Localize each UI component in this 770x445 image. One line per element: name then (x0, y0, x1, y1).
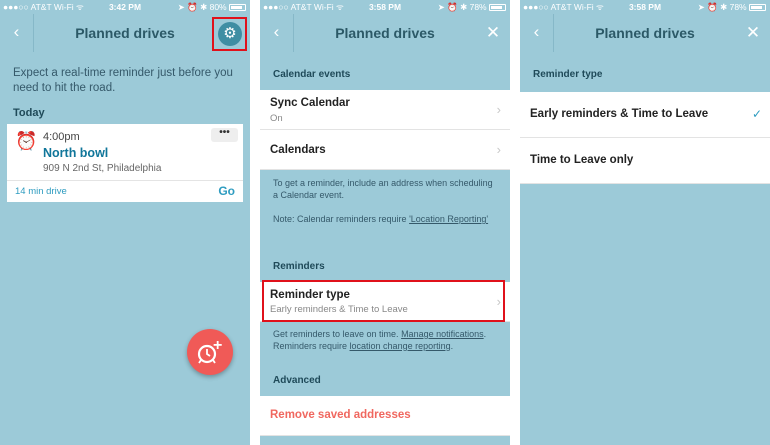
reminder-type-list: Reminder type Early reminders & Time to … (520, 52, 770, 445)
alarm-clock-icon: ⏰ (15, 131, 38, 151)
more-options-button[interactable]: ••• (211, 128, 238, 142)
status-bar: ●●●○○ AT&T Wi-Fi ᯤ 3:42 PM ➤ ⏰ ✱ 80% (0, 0, 250, 14)
gear-icon: ⚙ (223, 25, 237, 42)
nav-bar: ‹ Planned drives ✕ (260, 14, 510, 52)
battery-icon (749, 4, 766, 11)
remove-saved-addresses-row[interactable]: Remove saved addresses (260, 396, 510, 436)
plus-icon: + (213, 337, 223, 354)
screen-planned-drives: ●●●○○ AT&T Wi-Fi ᯤ 3:42 PM ➤ ⏰ ✱ 80% ‹ P… (0, 0, 250, 445)
section-header-reminder-type: Reminder type (533, 69, 603, 80)
close-button[interactable]: ✕ (476, 14, 510, 52)
status-icons: ➤ ⏰ ✱ 80% (178, 2, 246, 13)
sync-calendar-label: Sync Calendar (270, 97, 350, 109)
option-label: Early reminders & Time to Leave (530, 108, 709, 120)
drive-time: 4:00pm (43, 131, 80, 143)
battery-icon (489, 4, 506, 11)
sync-calendar-row[interactable]: Sync Calendar On › (260, 90, 510, 130)
drive-card-footer: 14 min drive Go (7, 180, 243, 202)
status-bar: ●●●○○ AT&T Wi-Fi ᯤ 3:58 PM ➤ ⏰ ✱ 78% (260, 0, 510, 14)
drive-address: 909 N 2nd St, Philadelphia (43, 163, 162, 174)
settings-highlight: ⚙ (212, 17, 247, 51)
battery-icon (229, 4, 246, 11)
screen-reminder-type: ●●●○○ AT&T Wi-Fi ᯤ 3:58 PM ➤ ⏰ ✱ 78% ‹ P… (520, 0, 770, 445)
option-time-to-leave-only[interactable]: Time to Leave only (520, 138, 770, 184)
calendar-add-icon (197, 344, 217, 364)
reminder-type-highlight (262, 280, 505, 322)
section-header-advanced: Advanced (273, 375, 321, 386)
go-button[interactable]: Go (218, 184, 235, 198)
calendar-note: To get a reminder, include an address wh… (273, 178, 493, 200)
settings-list: Calendar events Sync Calendar On › Calen… (260, 52, 510, 445)
nav-bar: ‹ Planned drives ⚙ (0, 14, 250, 52)
main-content: Expect a real-time reminder just before … (0, 52, 250, 445)
close-icon: ✕ (485, 23, 501, 42)
drive-destination-name: North bowl (43, 146, 109, 160)
nav-bar: ‹ Planned drives ✕ (520, 14, 770, 52)
intro-text: Expect a real-time reminder just before … (13, 67, 233, 94)
screen-settings: ●●●○○ AT&T Wi-Fi ᯤ 3:58 PM ➤ ⏰ ✱ 78% ‹ P… (260, 0, 510, 445)
chevron-right-icon: › (496, 102, 501, 117)
calendars-label: Calendars (270, 144, 326, 156)
status-icons: ➤ ⏰ ✱ 78% (438, 2, 506, 13)
drive-duration: 14 min drive (15, 186, 67, 197)
add-drive-button[interactable]: + (187, 329, 233, 375)
manage-notifications-link[interactable]: Manage notifications (401, 329, 484, 339)
status-icons: ➤ ⏰ ✱ 78% (698, 2, 766, 13)
settings-button[interactable]: ⚙ (218, 22, 242, 46)
checkmark-icon: ✓ (751, 107, 762, 121)
close-icon: ✕ (745, 23, 761, 42)
close-button[interactable]: ✕ (736, 14, 770, 52)
calendar-requirement-note: Note: Calendar reminders require 'Locati… (273, 214, 489, 224)
location-reporting-link[interactable]: 'Location Reporting' (409, 214, 488, 224)
option-early-reminders[interactable]: Early reminders & Time to Leave ✓ (520, 92, 770, 138)
option-label: Time to Leave only (530, 154, 634, 166)
sync-calendar-value: On (270, 113, 283, 124)
drive-card[interactable]: ⏰ 4:00pm ••• North bowl 909 N 2nd St, Ph… (7, 124, 243, 202)
section-header-calendar: Calendar events (273, 69, 351, 80)
remove-saved-addresses-button[interactable]: Remove saved addresses (270, 409, 411, 421)
chevron-right-icon: › (496, 142, 501, 157)
section-header-reminders: Reminders (273, 261, 325, 272)
page-title: Planned drives (335, 25, 435, 41)
reminders-note: Get reminders to leave on time. Manage n… (273, 329, 487, 351)
status-bar: ●●●○○ AT&T Wi-Fi ᯤ 3:58 PM ➤ ⏰ ✱ 78% (520, 0, 770, 14)
location-change-reporting-link[interactable]: location change reporting (350, 341, 451, 351)
page-title: Planned drives (595, 25, 695, 41)
calendars-row[interactable]: Calendars › (260, 130, 510, 170)
section-header-today: Today (13, 107, 45, 119)
